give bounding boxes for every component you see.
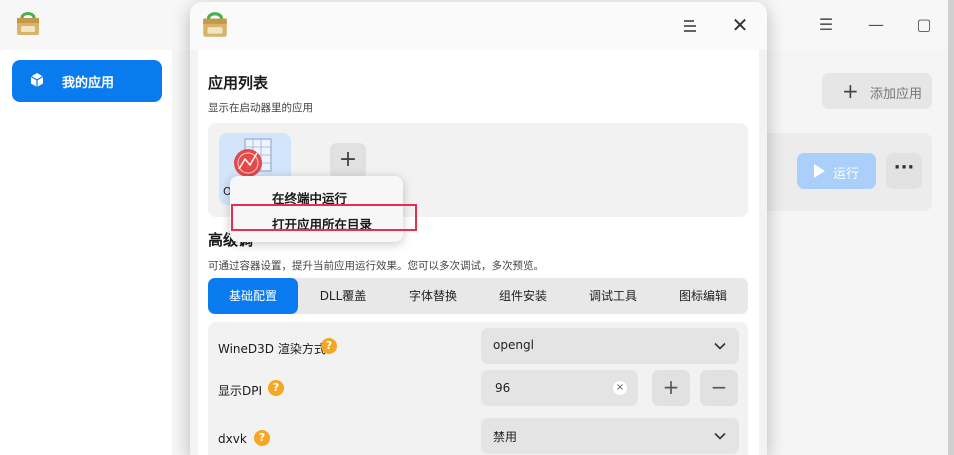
chevron-down-icon bbox=[714, 432, 726, 440]
tab-dll-override[interactable]: DLL覆盖 bbox=[298, 278, 388, 314]
help-icon[interactable]: ? bbox=[254, 430, 270, 446]
help-icon[interactable]: ? bbox=[268, 380, 284, 396]
dialog-body: 应用列表 显示在启动器里的应用 Orig + 高级调 可通过容器设置，提升当前应… bbox=[198, 50, 759, 455]
dxvk-select[interactable]: 禁用 bbox=[481, 418, 739, 454]
tab-debug-tools[interactable]: 调试工具 bbox=[568, 278, 658, 314]
add-app-tile-button[interactable]: + bbox=[330, 143, 366, 179]
apps-section-subtitle: 显示在启动器里的应用 bbox=[208, 102, 313, 114]
close-icon[interactable]: ✕ bbox=[730, 15, 750, 35]
run-label: 运行 bbox=[833, 167, 860, 182]
maximize-icon[interactable]: ▢ bbox=[914, 15, 934, 35]
dpi-value: 96 bbox=[495, 381, 511, 395]
sidebar-item-my-apps[interactable]: 我的应用 bbox=[12, 60, 162, 102]
sidebar: 我的应用 bbox=[0, 50, 172, 455]
cube-icon bbox=[30, 73, 44, 87]
add-app-label: 添加应用 bbox=[870, 87, 923, 102]
tab-component-install[interactable]: 组件安装 bbox=[478, 278, 568, 314]
sidebar-item-label: 我的应用 bbox=[62, 76, 115, 91]
app-logo-icon bbox=[203, 12, 227, 37]
menu-icon[interactable] bbox=[680, 16, 700, 36]
renderer-value: opengl bbox=[493, 338, 534, 352]
app-logo-icon bbox=[17, 12, 39, 35]
run-button[interactable]: 运行 bbox=[797, 153, 876, 189]
dxvk-value: 禁用 bbox=[493, 430, 518, 444]
help-icon[interactable]: ? bbox=[321, 338, 337, 354]
minimize-icon[interactable]: — bbox=[866, 15, 886, 35]
dxvk-label: dxvk bbox=[218, 432, 247, 446]
add-app-button[interactable]: + 添加应用 bbox=[822, 73, 932, 109]
highlight-box bbox=[231, 204, 417, 231]
window-edge bbox=[948, 0, 954, 455]
more-button[interactable]: ··· bbox=[886, 153, 922, 189]
basic-config-form: WineD3D 渲染方式 ? opengl 显示DPI ? 96 × + − d… bbox=[208, 322, 748, 455]
tab-icon-edit[interactable]: 图标编辑 bbox=[658, 278, 748, 314]
config-tabs: 基础配置 DLL覆盖 字体替换 组件安装 调试工具 图标编辑 bbox=[208, 278, 748, 314]
dialog-titlebar: ✕ bbox=[190, 2, 767, 50]
dpi-label: 显示DPI bbox=[218, 384, 263, 398]
dpi-input[interactable]: 96 × bbox=[481, 370, 638, 406]
tab-font-replace[interactable]: 字体替换 bbox=[388, 278, 478, 314]
dpi-increase-button[interactable]: + bbox=[652, 370, 690, 406]
plus-icon: + bbox=[842, 79, 859, 103]
clear-icon[interactable]: × bbox=[613, 381, 627, 395]
main-menu-icon[interactable]: ☰ bbox=[816, 15, 836, 35]
tab-basic-config[interactable]: 基础配置 bbox=[208, 278, 298, 314]
play-icon bbox=[814, 164, 825, 178]
advanced-section-subtitle: 可通过容器设置，提升当前应用运行效果。您可以多次调试，多次预览。 bbox=[208, 260, 544, 272]
chevron-down-icon bbox=[714, 342, 726, 350]
renderer-label: WineD3D 渲染方式 bbox=[218, 342, 326, 356]
renderer-select[interactable]: opengl bbox=[481, 328, 739, 364]
apps-section-title: 应用列表 bbox=[208, 74, 269, 92]
dpi-decrease-button[interactable]: − bbox=[700, 370, 738, 406]
